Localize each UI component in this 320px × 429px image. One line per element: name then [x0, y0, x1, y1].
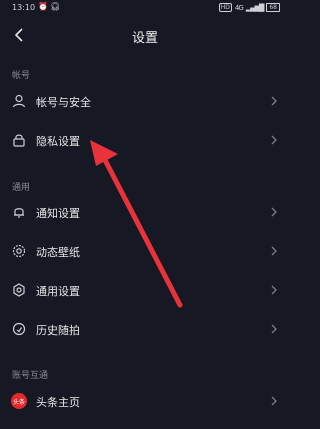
- chevron-right-icon: [271, 285, 277, 295]
- bell-icon: [10, 203, 28, 221]
- signal-bars-icon: ▂▄▆█: [245, 3, 265, 12]
- lock-icon: [10, 131, 28, 149]
- settings-item-live-wallpaper[interactable]: 动态壁纸: [0, 234, 290, 270]
- settings-item-general[interactable]: 通用设置: [0, 273, 290, 309]
- settings-item-label: 通用设置: [36, 285, 80, 298]
- user-icon: [10, 92, 28, 110]
- chevron-right-icon: [271, 135, 277, 145]
- battery-icon: 68: [266, 3, 280, 12]
- signal-label: 4G: [234, 3, 244, 12]
- settings-item-account-security[interactable]: 帐号与安全: [0, 84, 290, 120]
- status-bar: 13:10 ⏰ 🎧︎ HD 4G ▂▄▆█ 68: [0, 0, 290, 16]
- status-time: 13:10: [12, 3, 36, 12]
- section-label-account: 帐号: [12, 71, 31, 81]
- settings-item-label: 历史随拍: [36, 324, 80, 337]
- settings-item-label: 帐号与安全: [36, 96, 91, 109]
- chevron-right-icon: [271, 96, 277, 106]
- headphone-icon: 🎧︎: [50, 2, 61, 11]
- chevron-right-icon: [271, 396, 277, 406]
- settings-item-toutiao-home[interactable]: 头条 头条主页: [0, 384, 290, 420]
- chevron-right-icon: [271, 246, 277, 256]
- settings-item-label: 头条主页: [36, 396, 80, 409]
- gear-icon: [10, 281, 28, 299]
- settings-item-label: 通知设置: [36, 207, 80, 220]
- settings-item-notifications[interactable]: 通知设置: [0, 195, 290, 231]
- top-bar: 设置: [0, 16, 290, 54]
- chevron-right-icon: [271, 207, 277, 217]
- alarm-icon: ⏰: [38, 2, 48, 11]
- settings-item-label: 动态壁纸: [36, 246, 80, 259]
- section-label-account-link: 账号互通: [12, 371, 49, 381]
- settings-item-label: 隐私设置: [36, 135, 80, 148]
- settings-item-privacy[interactable]: 隐私设置: [0, 123, 290, 159]
- toutiao-badge: 头条: [11, 393, 27, 409]
- toutiao-logo-icon: 头条: [10, 392, 28, 410]
- page-title: 设置: [131, 31, 158, 46]
- live-wallpaper-icon: [10, 242, 28, 260]
- status-right: HD 4G ▂▄▆█ 68: [218, 3, 280, 12]
- history-icon: [10, 320, 28, 338]
- section-label-general: 通用: [12, 183, 31, 193]
- chevron-right-icon: [271, 324, 277, 334]
- settings-item-history[interactable]: 历史随拍: [0, 312, 290, 348]
- hd-badge: HD: [218, 3, 232, 12]
